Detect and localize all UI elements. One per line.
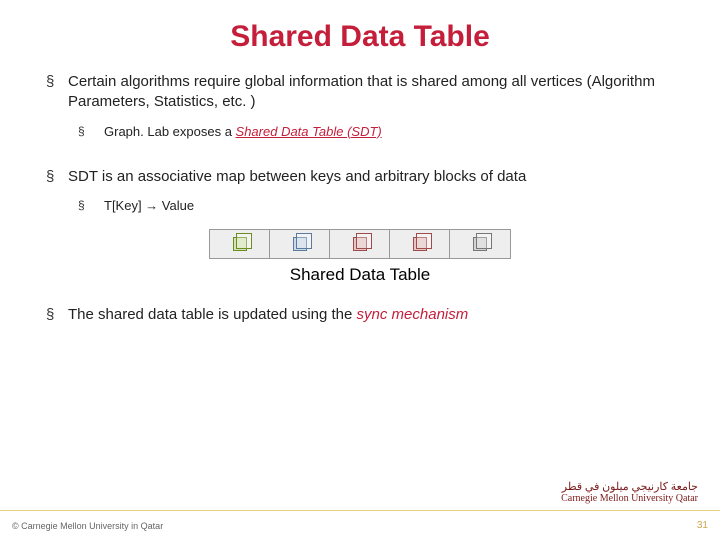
logo-arabic: جامعة كارنيجي ميلون في قطر [561, 481, 698, 493]
bullet-1-text: Certain algorithms require global inform… [68, 73, 655, 110]
bullet-2-text: SDT is an associative map between keys a… [68, 168, 526, 185]
footer: © Carnegie Mellon University in Qatar 31 [0, 510, 720, 540]
sdt-cell [210, 230, 270, 258]
sdt-cell [330, 230, 390, 258]
cube-icon [473, 237, 487, 251]
bullet-3: The shared data table is updated using t… [46, 305, 674, 325]
sdt-cell [450, 230, 510, 258]
bullet-1: Certain algorithms require global inform… [46, 72, 674, 141]
logo-english: Carnegie Mellon University Qatar [561, 493, 698, 504]
bullet-2-sub-text: T[Key] → Value [104, 198, 194, 213]
sdt-caption: Shared Data Table [46, 265, 674, 285]
cube-icon [353, 237, 367, 251]
slide-title: Shared Data Table [0, 0, 720, 72]
bullet-3-prefix: The shared data table is updated using t… [68, 306, 357, 323]
sdt-cells [209, 229, 511, 259]
bullet-3-emph: sync mechanism [357, 306, 469, 323]
sdt-cell [390, 230, 450, 258]
bullet-2: SDT is an associative map between keys a… [46, 167, 674, 215]
bullet-2-sub: T[Key] → Value [78, 197, 674, 215]
bullet-1-sub: Graph. Lab exposes a Shared Data Table (… [78, 123, 674, 141]
bullet-1-sub-emph: Shared Data Table (SDT) [236, 124, 382, 139]
cube-icon [293, 237, 307, 251]
cmu-qatar-logo: جامعة كارنيجي ميلون في قطر Carnegie Mell… [561, 481, 698, 504]
slide-content: Certain algorithms require global inform… [0, 72, 720, 325]
bullet-1-sub-prefix: Graph. Lab exposes a [104, 124, 236, 139]
page-number: 31 [697, 520, 708, 531]
cube-icon [413, 237, 427, 251]
sdt-cell [270, 230, 330, 258]
sdt-visual: Shared Data Table [46, 229, 674, 285]
cube-icon [233, 237, 247, 251]
copyright-text: © Carnegie Mellon University in Qatar [12, 521, 163, 531]
